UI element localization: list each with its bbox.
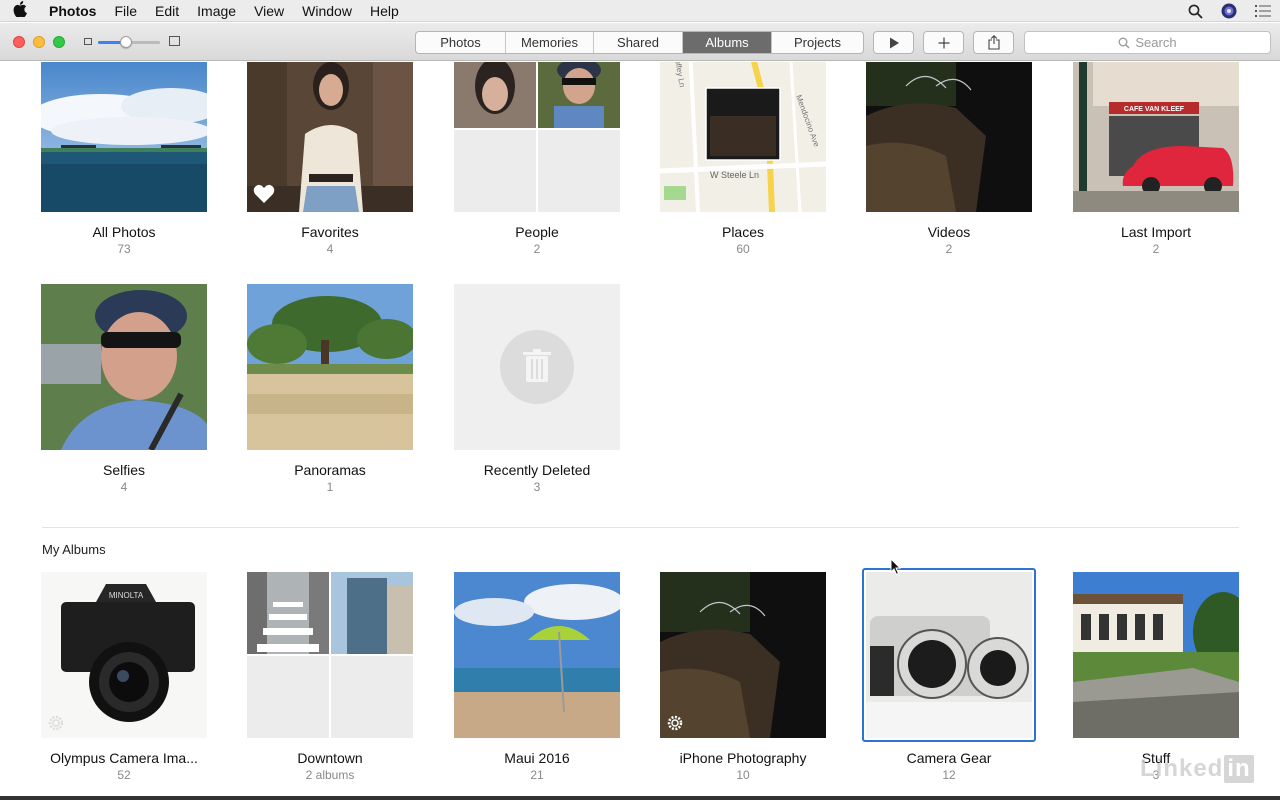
menu-file[interactable]: File (105, 3, 146, 19)
cafe-sign-text: CAFE VAN KLEEF (1124, 106, 1185, 113)
album-title: Selfies (102, 462, 146, 478)
gear-icon (667, 715, 683, 731)
album-count: 60 (736, 242, 750, 256)
album-title: Downtown (297, 750, 363, 766)
album-count: 10 (736, 768, 750, 782)
menu-help[interactable]: Help (361, 3, 408, 19)
album-title: People (515, 224, 559, 240)
album-count: 1 (326, 480, 334, 494)
album-count: 3 (533, 480, 541, 494)
album-count: 73 (117, 242, 131, 256)
tab-photos[interactable]: Photos (416, 32, 506, 53)
tab-projects[interactable]: Projects (772, 32, 863, 53)
album-thumbnail[interactable] (454, 284, 620, 450)
share-icon (987, 35, 1000, 50)
menu-app-name[interactable]: Photos (40, 3, 105, 19)
album-title: Olympus Camera Ima... (50, 750, 198, 766)
album-count: 4 (326, 242, 334, 256)
map-street-label: W Steele Ln (710, 170, 759, 180)
album-thumbnail[interactable] (454, 62, 620, 212)
tab-shared[interactable]: Shared (594, 32, 683, 53)
plus-icon (938, 37, 949, 48)
search-placeholder: Search (1135, 35, 1177, 50)
window-toolbar: Photos Memories Shared Albums Projects S… (0, 23, 1280, 61)
gear-icon (48, 715, 64, 731)
album-count: 4 (120, 480, 128, 494)
album-count: 2 (533, 242, 541, 256)
album-title: Last Import (1120, 224, 1192, 240)
search-field[interactable]: Search (1024, 31, 1271, 54)
album-title: Panoramas (294, 462, 366, 478)
album-title: Recently Deleted (483, 462, 591, 478)
album-thumbnail[interactable] (247, 572, 413, 738)
mouse-cursor-icon (890, 558, 902, 576)
view-tabs: Photos Memories Shared Albums Projects (415, 31, 864, 54)
add-button[interactable] (923, 31, 964, 54)
slideshow-button[interactable] (873, 31, 914, 54)
menu-edit[interactable]: Edit (146, 3, 188, 19)
favorite-heart-icon (253, 184, 275, 203)
album-count: 2 (1152, 242, 1160, 256)
zoom-track[interactable] (98, 36, 160, 48)
album-title: Videos (927, 224, 971, 240)
album-title: Camera Gear (906, 750, 992, 766)
album-thumbnail[interactable] (866, 572, 1032, 738)
siri-icon[interactable] (1212, 3, 1246, 19)
album-thumbnail[interactable] (247, 62, 413, 212)
album-title: Favorites (301, 224, 359, 240)
menu-image[interactable]: Image (188, 3, 245, 19)
album-thumbnail[interactable] (1073, 572, 1239, 738)
album-count: 21 (530, 768, 544, 782)
search-icon (1118, 37, 1130, 48)
play-icon (889, 37, 899, 48)
section-divider (42, 527, 1239, 528)
album-thumbnail[interactable] (866, 62, 1032, 212)
minimize-window-button[interactable] (33, 36, 45, 48)
album-thumbnail[interactable] (660, 572, 826, 738)
zoom-slider[interactable] (84, 36, 180, 48)
album-title: Maui 2016 (504, 750, 570, 766)
album-thumbnail[interactable] (247, 284, 413, 450)
album-thumbnail[interactable] (41, 284, 207, 450)
album-thumbnail[interactable]: MINOLTA (41, 572, 207, 738)
album-thumbnail[interactable] (454, 572, 620, 738)
menu-view[interactable]: View (245, 3, 293, 19)
album-thumbnail[interactable]: W Steele Ln Mendocino Ave Coffey Ln (660, 62, 826, 212)
window-bottom-edge (0, 796, 1280, 800)
linkedin-watermark: Linked in (1140, 755, 1254, 783)
album-count: 52 (117, 768, 131, 782)
album-thumbnail[interactable]: CAFE VAN KLEEF (1073, 62, 1239, 212)
albums-view: All Photos 73 Favorites 4 People 2 W Ste… (0, 62, 1280, 796)
spotlight-search-icon[interactable] (1178, 4, 1212, 19)
trash-icon (523, 349, 551, 382)
my-albums-heading: My Albums (42, 542, 106, 557)
zoom-slider-knob[interactable] (119, 36, 132, 48)
album-count: 12 (942, 768, 956, 782)
album-title: Places (721, 224, 765, 240)
zoom-out-icon (84, 38, 92, 45)
menu-window[interactable]: Window (293, 3, 361, 19)
album-count: 2 (945, 242, 953, 256)
album-thumbnail[interactable] (41, 62, 207, 212)
album-title: All Photos (92, 224, 156, 240)
fullscreen-window-button[interactable] (53, 36, 65, 48)
album-count: 2 albums (305, 768, 355, 782)
menu-bar: Photos File Edit Image View Window Help (0, 0, 1280, 22)
notification-center-icon[interactable] (1246, 5, 1280, 17)
camera-brand-text: MINOLTA (109, 591, 144, 600)
tab-memories[interactable]: Memories (506, 32, 594, 53)
zoom-in-icon (169, 36, 180, 46)
close-window-button[interactable] (13, 36, 25, 48)
tab-albums[interactable]: Albums (683, 32, 772, 53)
apple-menu-icon[interactable] (0, 1, 40, 20)
share-button[interactable] (973, 31, 1014, 54)
album-title: iPhone Photography (679, 750, 807, 766)
